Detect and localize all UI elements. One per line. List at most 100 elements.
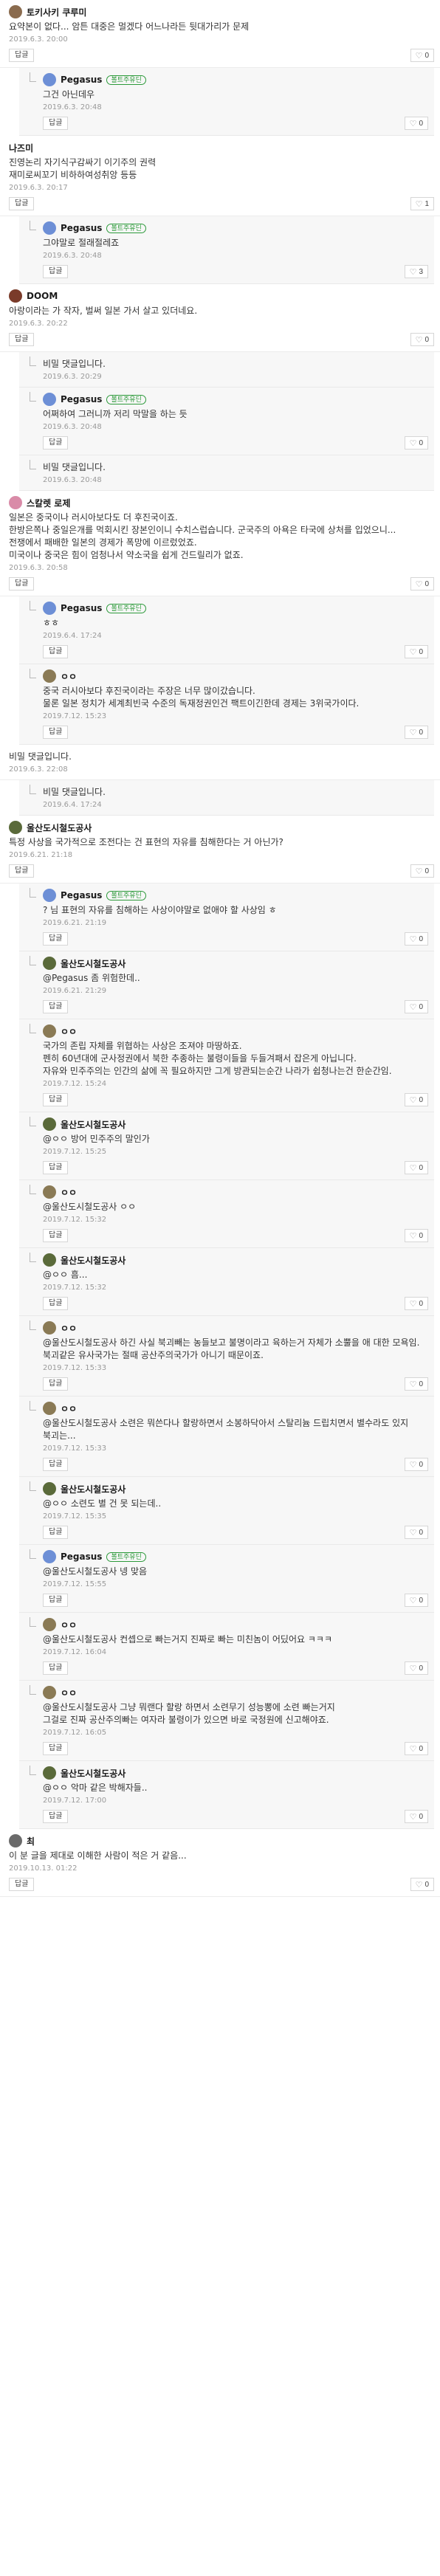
commenter-name[interactable]: ㅇㅇ: [61, 670, 77, 683]
commenter-name[interactable]: 울산도시철도공사: [61, 1767, 126, 1780]
avatar[interactable]: [43, 1550, 56, 1563]
commenter-name[interactable]: 울산도시철도공사: [61, 957, 126, 970]
avatar[interactable]: [43, 1618, 56, 1631]
commenter-name[interactable]: 최: [27, 1835, 35, 1847]
commenter-name[interactable]: 울산도시철도공사: [27, 822, 92, 834]
avatar[interactable]: [9, 496, 22, 509]
reply-button[interactable]: 답글: [43, 1742, 69, 1755]
commenter-name[interactable]: 스칼렛 로제: [27, 497, 70, 509]
reply-button[interactable]: 답글: [43, 117, 69, 130]
reply-button[interactable]: 답글: [43, 726, 69, 739]
avatar[interactable]: [43, 1482, 56, 1495]
like-button[interactable]: ♡ 0: [404, 1742, 428, 1755]
like-button[interactable]: ♡ 0: [404, 726, 428, 739]
avatar[interactable]: [9, 821, 22, 834]
like-button[interactable]: ♡ 0: [410, 333, 434, 346]
like-button[interactable]: ♡ 0: [404, 1377, 428, 1391]
like-button[interactable]: ♡ 0: [404, 1810, 428, 1823]
commenter-name[interactable]: ㅇㅇ: [61, 1025, 77, 1038]
reply-button[interactable]: 답글: [43, 1526, 69, 1539]
reply-button[interactable]: 답글: [9, 577, 35, 590]
avatar[interactable]: [9, 289, 22, 303]
like-button[interactable]: ♡ 1: [410, 197, 434, 210]
avatar[interactable]: [43, 602, 56, 615]
avatar[interactable]: [43, 1185, 56, 1199]
commenter-name[interactable]: Pegasus: [61, 394, 102, 404]
like-button[interactable]: ♡ 0: [404, 1161, 428, 1174]
commenter-name[interactable]: 울산도시철도공사: [61, 1118, 126, 1131]
reply-button[interactable]: 답글: [43, 1297, 69, 1310]
reply-button[interactable]: 답글: [43, 1093, 69, 1106]
avatar[interactable]: [9, 1834, 22, 1847]
comment-header: ㅇㅇ: [43, 1401, 428, 1416]
commenter-name[interactable]: DOOM: [27, 291, 58, 301]
avatar[interactable]: [43, 957, 56, 970]
like-button[interactable]: ♡ 0: [404, 1594, 428, 1607]
commenter-name[interactable]: Pegasus: [61, 75, 102, 85]
comment-timestamp: 2019.7.12. 16:05: [43, 1729, 107, 1737]
commenter-name[interactable]: Pegasus: [61, 223, 102, 233]
reply-button[interactable]: 답글: [9, 1878, 35, 1891]
like-button[interactable]: ♡ 0: [404, 645, 428, 658]
avatar[interactable]: [43, 1024, 56, 1038]
like-button[interactable]: ♡ 0: [404, 117, 428, 130]
avatar[interactable]: [43, 393, 56, 406]
commenter-name[interactable]: Pegasus: [61, 1552, 102, 1562]
like-button[interactable]: ♡ 0: [404, 1000, 428, 1013]
commenter-name[interactable]: ㅇㅇ: [61, 1186, 77, 1199]
reply-button[interactable]: 답글: [43, 1161, 69, 1174]
like-button[interactable]: ♡ 0: [404, 1661, 428, 1675]
like-button[interactable]: ♡ 0: [404, 1458, 428, 1471]
reply-button[interactable]: 답글: [43, 1229, 69, 1242]
reply-button[interactable]: 답글: [43, 1661, 69, 1675]
like-button[interactable]: ♡ 0: [410, 864, 434, 878]
reply-button[interactable]: 답글: [43, 1594, 69, 1607]
reply-button[interactable]: 답글: [43, 1377, 69, 1391]
reply-button[interactable]: 답글: [43, 645, 69, 658]
like-button[interactable]: ♡ 0: [410, 49, 434, 62]
like-button[interactable]: ♡ 0: [404, 436, 428, 450]
reply-button[interactable]: 답글: [9, 864, 35, 878]
reply-button[interactable]: 답글: [43, 1458, 69, 1471]
comment-header: 울산도시철도공사: [43, 1117, 428, 1132]
like-button[interactable]: ♡ 3: [404, 265, 428, 278]
like-button[interactable]: ♡ 0: [410, 577, 434, 590]
reply-button[interactable]: 답글: [43, 932, 69, 946]
avatar[interactable]: [43, 1402, 56, 1415]
comment-item: 나즈미 진영논리 자기식구감싸기 이기주의 권력 재미로씨꼬기 비하하여성취앙 등…: [0, 136, 440, 216]
commenter-name[interactable]: ㅇㅇ: [61, 1322, 77, 1335]
avatar[interactable]: [43, 1686, 56, 1699]
reply-button[interactable]: 답글: [9, 197, 35, 210]
commenter-name[interactable]: Pegasus: [61, 603, 102, 613]
reply-button[interactable]: 답글: [9, 333, 35, 346]
commenter-name[interactable]: 울산도시철도공사: [61, 1254, 126, 1267]
avatar[interactable]: [43, 1253, 56, 1267]
avatar[interactable]: [43, 1321, 56, 1335]
comment-actions: 답글 ♡ 0: [43, 1525, 428, 1540]
reply-button[interactable]: 답글: [43, 436, 69, 450]
avatar[interactable]: [43, 221, 56, 235]
reply-button[interactable]: 답글: [43, 265, 69, 278]
commenter-name[interactable]: 나즈미: [9, 142, 33, 154]
commenter-name[interactable]: 토키사키 쿠루미: [27, 6, 86, 18]
avatar[interactable]: [43, 1117, 56, 1131]
reply-button[interactable]: 답글: [43, 1810, 69, 1823]
avatar[interactable]: [43, 73, 56, 86]
avatar[interactable]: [43, 669, 56, 683]
like-button[interactable]: ♡ 0: [404, 1093, 428, 1106]
like-button[interactable]: ♡ 0: [404, 932, 428, 946]
reply-button[interactable]: 답글: [9, 49, 35, 62]
commenter-name[interactable]: Pegasus: [61, 890, 102, 900]
avatar[interactable]: [43, 1766, 56, 1780]
commenter-name[interactable]: ㅇㅇ: [61, 1687, 77, 1699]
like-button[interactable]: ♡ 0: [410, 1878, 434, 1891]
reply-button[interactable]: 답글: [43, 1000, 69, 1013]
like-button[interactable]: ♡ 0: [404, 1297, 428, 1310]
avatar[interactable]: [43, 889, 56, 902]
commenter-name[interactable]: 울산도시철도공사: [61, 1483, 126, 1495]
like-button[interactable]: ♡ 0: [404, 1526, 428, 1539]
like-button[interactable]: ♡ 0: [404, 1229, 428, 1242]
commenter-name[interactable]: ㅇㅇ: [61, 1619, 77, 1631]
avatar[interactable]: [9, 5, 22, 18]
commenter-name[interactable]: ㅇㅇ: [61, 1402, 77, 1415]
